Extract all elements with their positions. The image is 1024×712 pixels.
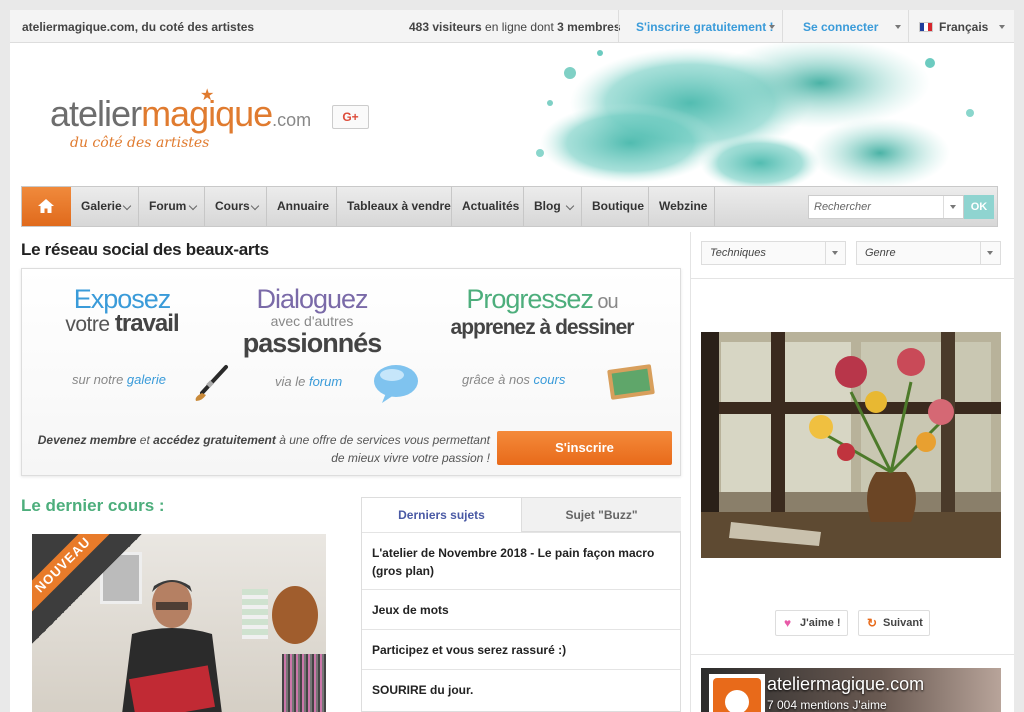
register-label: S'inscrire gratuitement ! (636, 20, 774, 34)
genre-select[interactable]: Genre (856, 241, 1001, 265)
promo-expose: Exposez votre travail sur notre galerie (42, 285, 228, 401)
online-visitors: 483 visiteurs en ligne dont 3 membres (409, 20, 621, 34)
nav-item-boutique[interactable]: Boutique (582, 187, 649, 226)
cours-link[interactable]: cours (534, 372, 566, 387)
refresh-icon: ↻ (867, 616, 878, 630)
google-plus-button[interactable]: G+ (332, 105, 369, 129)
right-sidebar: Techniques Genre ♥ J'aime ! ↻ Suivant at… (690, 232, 1014, 712)
site-name: ateliermagique.com, du coté des artistes (22, 20, 255, 34)
nav-item-forum[interactable]: Forum (139, 187, 205, 226)
facebook-page-widget[interactable]: ateliermagique.com 7 004 mentions J'aime (701, 668, 1001, 712)
watercolor-splash-image (536, 43, 974, 191)
last-course-thumbnail[interactable]: NOUVEAU (32, 534, 326, 712)
palette-image (272, 586, 318, 644)
topic-item[interactable]: SOURIRE du jour. (362, 669, 680, 709)
promo-text: Devenez membre et accédez gratuitement à… (37, 433, 490, 465)
chevron-down-icon (250, 201, 260, 211)
main-nav: Galerie Forum Cours Annuaire Tableaux à … (21, 186, 998, 227)
featured-painting[interactable] (701, 332, 1001, 558)
language-selector[interactable]: Français (908, 10, 1014, 42)
facebook-page-name[interactable]: ateliermagique.com (767, 674, 924, 695)
facebook-like-count: 7 004 mentions J'aime (767, 698, 887, 712)
star-icon: ★ (200, 87, 214, 104)
techniques-select[interactable]: Techniques (701, 241, 846, 265)
nav-item-webzine[interactable]: Webzine (649, 187, 715, 226)
tab-sujet-buzz[interactable]: Sujet "Buzz" (521, 498, 681, 532)
topic-item[interactable]: Participez et vous serez rassuré :) (362, 629, 680, 669)
top-bar: ateliermagique.com, du coté des artistes… (10, 10, 1014, 43)
chevron-down-icon (122, 201, 132, 211)
paintbrush-icon (195, 365, 228, 401)
promo-dialogue: Dialoguez avec d'autres passionnés via l… (232, 285, 418, 403)
topics-panel: Derniers sujets Sujet "Buzz" L'atelier d… (361, 497, 681, 712)
page-avatar (709, 674, 765, 712)
promo-progresse: Progressez ou apprenez à dessiner grâce … (427, 285, 657, 400)
language-label: Français (939, 20, 989, 34)
nav-item-annuaire[interactable]: Annuaire (267, 187, 337, 226)
speech-bubble-icon (374, 365, 418, 403)
tab-derniers-sujets[interactable]: Derniers sujets (362, 498, 521, 532)
site-logo[interactable]: ateliermagique.com ★ (50, 87, 311, 135)
caret-down-icon (950, 205, 956, 209)
caret-down-icon (769, 25, 775, 29)
header: ateliermagique.com ★ du côté des artiste… (10, 43, 1014, 193)
chalkboard-icon (607, 364, 655, 400)
forum-link[interactable]: forum (309, 374, 342, 389)
page-title: Le réseau social des beaux-arts (21, 240, 269, 259)
chevron-down-icon (565, 201, 575, 211)
caret-down-icon (895, 25, 901, 29)
promo-box: Exposez votre travail sur notre galerie … (21, 268, 681, 476)
logo-tagline: du côté des artistes (70, 135, 210, 151)
nav-item-tableaux-a-vendre[interactable]: Tableaux à vendre (337, 187, 452, 226)
home-icon (38, 199, 54, 213)
page: ateliermagique.com, du coté des artistes… (10, 10, 1014, 712)
french-flag-icon (919, 22, 933, 32)
like-button[interactable]: ♥ J'aime ! (775, 610, 848, 636)
topic-item[interactable]: L'atelier de Novembre 2018 - Le pain faç… (362, 532, 680, 589)
login-dropdown[interactable]: Se connecter (782, 10, 908, 42)
caret-down-icon (987, 251, 993, 255)
login-label: Se connecter (803, 20, 879, 34)
last-course-title: Le dernier cours : (21, 496, 165, 515)
nav-item-blog[interactable]: Blog (524, 187, 582, 226)
topic-item[interactable]: Jeux de mots (362, 589, 680, 629)
nav-item-actualites[interactable]: Actualités (452, 187, 524, 226)
nav-item-galerie[interactable]: Galerie (71, 187, 139, 226)
caret-down-icon (832, 251, 838, 255)
chevron-down-icon (188, 201, 198, 211)
search-input[interactable]: Rechercher (808, 195, 964, 219)
heart-icon: ♥ (784, 616, 792, 630)
signup-button[interactable]: S'inscrire (497, 431, 672, 465)
galerie-link[interactable]: galerie (127, 372, 166, 387)
follow-button[interactable]: ↻ Suivant (858, 610, 930, 636)
search-ok-button[interactable]: OK (964, 195, 994, 219)
nav-item-cours[interactable]: Cours (205, 187, 267, 226)
register-dropdown[interactable]: S'inscrire gratuitement ! (618, 10, 782, 42)
home-button[interactable] (22, 187, 71, 226)
search-dropdown[interactable] (943, 196, 963, 218)
caret-down-icon (999, 25, 1005, 29)
